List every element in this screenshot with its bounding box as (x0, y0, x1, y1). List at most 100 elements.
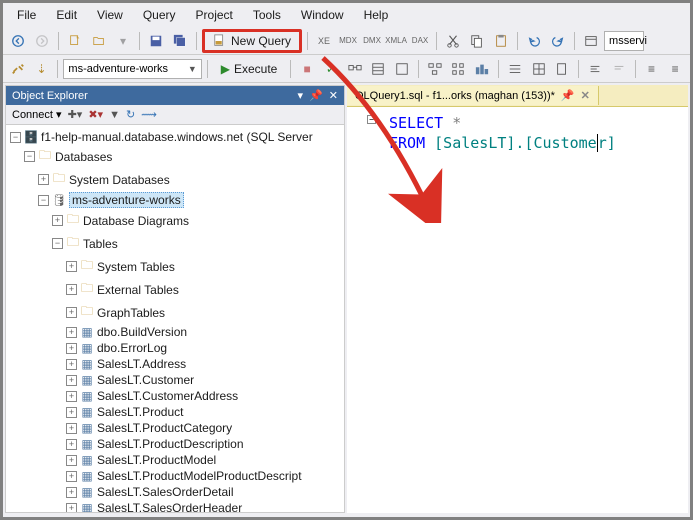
table-node[interactable]: +▦SalesLT.SalesOrderDetail (8, 484, 342, 500)
indent-button[interactable]: ≡ (641, 58, 663, 80)
expand-icon[interactable]: + (66, 487, 77, 498)
undo-button[interactable] (523, 30, 545, 52)
menu-project[interactable]: Project (188, 5, 241, 25)
database-node[interactable]: − 🛢 ms-adventure-works (8, 191, 342, 209)
databases-node[interactable]: − 🗀 Databases (8, 145, 342, 168)
stop-button[interactable]: ■ (296, 58, 318, 80)
query-options-button[interactable] (367, 58, 389, 80)
collapse-icon[interactable]: − (38, 195, 49, 206)
expand-icon[interactable]: + (66, 439, 77, 450)
cut-button[interactable] (442, 30, 464, 52)
menu-help[interactable]: Help (356, 5, 397, 25)
table-node[interactable]: +▦SalesLT.ProductModel (8, 452, 342, 468)
properties-button[interactable] (580, 30, 602, 52)
intellisense-button[interactable] (391, 58, 413, 80)
estimated-plan-button[interactable] (344, 58, 366, 80)
expand-icon[interactable]: + (66, 423, 77, 434)
save-all-button[interactable] (169, 30, 191, 52)
code-fold-icon[interactable]: − (367, 115, 376, 124)
table-node[interactable]: +▦SalesLT.ProductModelProductDescript (8, 468, 342, 484)
table-node[interactable]: +▦SalesLT.ProductDescription (8, 436, 342, 452)
menu-tools[interactable]: Tools (245, 5, 289, 25)
collapse-icon[interactable]: − (52, 238, 63, 249)
connect-button[interactable]: Connect ▾ (12, 108, 62, 121)
expand-icon[interactable]: + (66, 471, 77, 482)
expand-icon[interactable]: + (66, 391, 77, 402)
outdent-button[interactable]: ≡ (664, 58, 686, 80)
results-to-grid-button[interactable] (528, 58, 550, 80)
new-query-button[interactable]: New Query (202, 29, 302, 53)
collapse-icon[interactable]: − (24, 151, 35, 162)
table-node[interactable]: +▦SalesLT.ProductCategory (8, 420, 342, 436)
database-combo[interactable]: ms-adventure-works ▼ (63, 59, 201, 79)
new-item-button[interactable] (64, 30, 86, 52)
results-to-text-button[interactable] (504, 58, 526, 80)
filter2-icon[interactable]: ▼ (109, 109, 120, 121)
table-node[interactable]: +▦dbo.ErrorLog (8, 340, 342, 356)
expand-icon[interactable]: + (66, 455, 77, 466)
code-editor[interactable]: − SELECT * FROM [SalesLT].[Customer] (347, 107, 688, 513)
table-node[interactable]: +▦SalesLT.CustomerAddress (8, 388, 342, 404)
close-icon[interactable]: ✕ (581, 89, 590, 102)
database-diagrams-node[interactable]: + 🗀 Database Diagrams (8, 209, 342, 232)
expand-icon[interactable]: + (66, 261, 77, 272)
expand-icon[interactable]: + (38, 174, 49, 185)
close-icon[interactable]: ✕ (329, 89, 338, 102)
stop-icon[interactable]: ✖▾ (88, 108, 103, 121)
save-button[interactable] (145, 30, 167, 52)
expand-icon[interactable]: + (66, 284, 77, 295)
pin-icon[interactable]: 📌 (561, 89, 575, 102)
refresh-icon[interactable]: ↻ (126, 108, 135, 121)
open-button[interactable] (88, 30, 110, 52)
nav-forward-button[interactable] (31, 30, 53, 52)
dax-icon[interactable]: DAX (409, 30, 431, 52)
paste-button[interactable] (490, 30, 512, 52)
redo-button[interactable] (547, 30, 569, 52)
external-tables-node[interactable]: + 🗀 External Tables (8, 278, 342, 301)
copy-button[interactable] (466, 30, 488, 52)
tables-node[interactable]: − 🗀 Tables (8, 232, 342, 255)
expand-icon[interactable]: + (52, 215, 63, 226)
mdx-icon[interactable]: MDX (337, 30, 359, 52)
activity-icon[interactable]: ⟿ (141, 108, 157, 121)
nav-back-button[interactable] (7, 30, 29, 52)
system-databases-node[interactable]: + 🗀 System Databases (8, 168, 342, 191)
window-position-icon[interactable]: ▾ (298, 89, 304, 102)
include-plan-button[interactable] (424, 58, 446, 80)
menu-file[interactable]: File (9, 5, 44, 25)
object-explorer-tree[interactable]: − 🗄️ f1-help-manual.database.windows.net… (6, 125, 344, 512)
disconnect-button[interactable]: ⇣ (31, 58, 53, 80)
filter-icon[interactable]: ✚▾ (68, 108, 83, 121)
server-node[interactable]: − 🗄️ f1-help-manual.database.windows.net… (8, 129, 342, 145)
results-to-file-button[interactable] (551, 58, 573, 80)
expand-icon[interactable]: + (66, 343, 77, 354)
editor-tab[interactable]: QLQuery1.sql - f1...orks (maghan (153))*… (347, 86, 599, 105)
parse-button[interactable]: ✓ (320, 58, 342, 80)
expand-icon[interactable]: + (66, 375, 77, 386)
search-textbox[interactable]: msservi (604, 31, 644, 51)
table-node[interactable]: +▦SalesLT.Address (8, 356, 342, 372)
menu-view[interactable]: View (89, 5, 131, 25)
graph-tables-node[interactable]: + 🗀 GraphTables (8, 301, 342, 324)
execute-button[interactable]: ▶ Execute (213, 60, 286, 78)
menu-edit[interactable]: Edit (48, 5, 85, 25)
live-stats-button[interactable] (448, 58, 470, 80)
menu-query[interactable]: Query (135, 5, 184, 25)
table-node[interactable]: +▦SalesLT.SalesOrderHeader (8, 500, 342, 512)
xmla-icon[interactable]: XMLA (385, 30, 407, 52)
comment-button[interactable] (584, 58, 606, 80)
dropdown-button[interactable]: ▾ (112, 30, 134, 52)
expand-icon[interactable]: + (66, 327, 77, 338)
table-node[interactable]: +▦dbo.BuildVersion (8, 324, 342, 340)
change-connection-button[interactable] (7, 58, 29, 80)
expand-icon[interactable]: + (66, 503, 77, 513)
client-stats-button[interactable] (471, 58, 493, 80)
expand-icon[interactable]: + (66, 359, 77, 370)
menu-window[interactable]: Window (293, 5, 352, 25)
dmx-icon[interactable]: DMX (361, 30, 383, 52)
system-tables-node[interactable]: + 🗀 System Tables (8, 255, 342, 278)
table-node[interactable]: +▦SalesLT.Product (8, 404, 342, 420)
table-node[interactable]: +▦SalesLT.Customer (8, 372, 342, 388)
pin-icon[interactable]: 📌 (309, 89, 323, 102)
expand-icon[interactable]: + (66, 407, 77, 418)
